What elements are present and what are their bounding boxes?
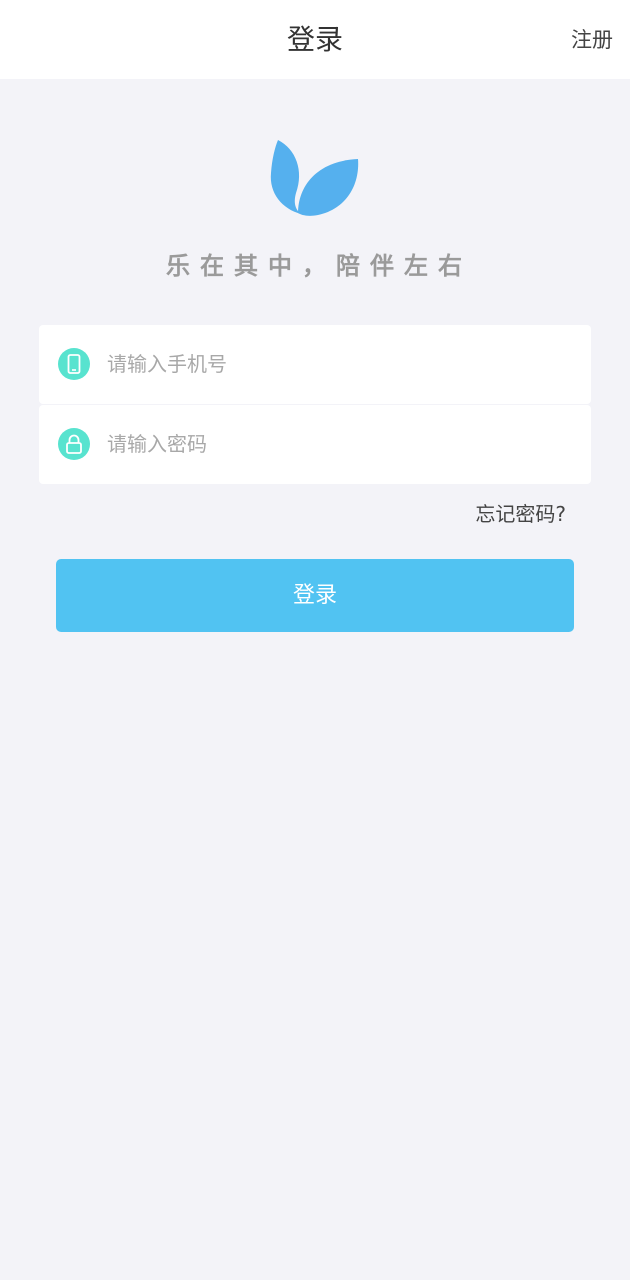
phone-icon	[58, 348, 90, 380]
phone-input[interactable]	[107, 344, 567, 384]
forgot-password-link[interactable]: 忘记密码?	[475, 496, 566, 532]
app-header: 登录 注册	[0, 0, 630, 79]
password-field	[39, 405, 591, 484]
password-input[interactable]	[107, 424, 567, 464]
leaf-logo-icon	[268, 137, 362, 219]
phone-field	[39, 325, 591, 404]
slogan: 乐在其中，陪伴左右	[166, 252, 472, 280]
login-button[interactable]: 登录	[56, 559, 574, 632]
page-title: 登录	[286, 23, 343, 56]
register-link[interactable]: 注册	[571, 22, 613, 58]
lock-icon	[58, 428, 90, 460]
